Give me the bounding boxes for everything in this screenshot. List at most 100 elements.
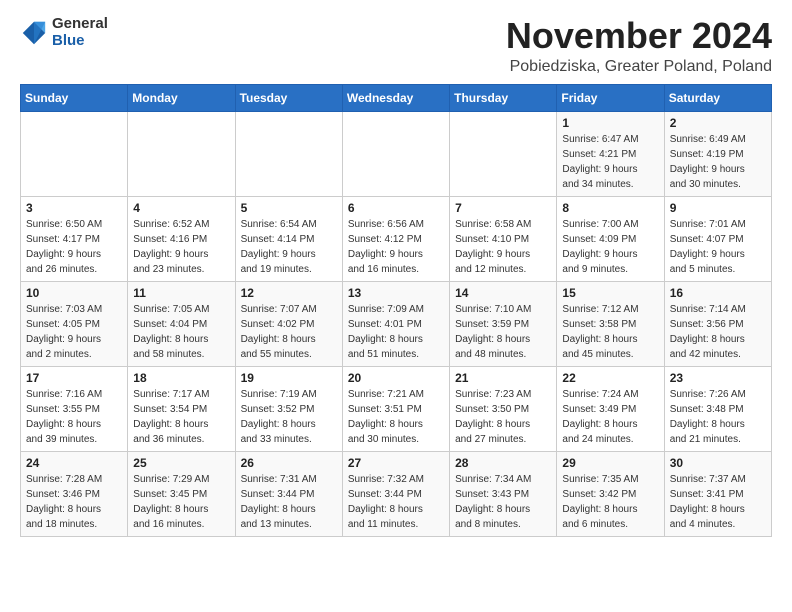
day-info: Sunrise: 6:54 AM Sunset: 4:14 PM Dayligh… [241, 217, 337, 277]
day-cell: 25 Sunrise: 7:29 AM Sunset: 3:45 PM Dayli… [128, 451, 235, 536]
day-number: 10 [26, 286, 122, 300]
day-info: Sunrise: 7:01 AM Sunset: 4:07 PM Dayligh… [670, 217, 766, 277]
week-row-3: 10Sunrise: 7:03 AM Sunset: 4:05 PM Dayli… [21, 281, 772, 366]
day-info: Sunrise: 7:26 AM Sunset: 3:48 PM Dayligh… [670, 387, 766, 447]
month-title: November 2024 [506, 16, 772, 56]
day-cell: 14 Sunrise: 7:10 AM Sunset: 3:59 PM Dayli… [450, 281, 557, 366]
day-cell: 24 Sunrise: 7:28 AM Sunset: 3:46 PM Dayli… [21, 451, 128, 536]
day-info: Sunrise: 7:12 AM Sunset: 3:58 PM Dayligh… [562, 302, 658, 362]
day-number: 9 [670, 201, 766, 215]
day-info: Sunrise: 6:49 AM Sunset: 4:19 PM Dayligh… [670, 132, 766, 192]
week-row-2: 3 Sunrise: 6:50 AM Sunset: 4:17 PM Daylig… [21, 196, 772, 281]
calendar-table: SundayMondayTuesdayWednesdayThursdayFrid… [20, 84, 772, 537]
day-number: 20 [348, 371, 444, 385]
week-row-5: 24 Sunrise: 7:28 AM Sunset: 3:46 PM Dayli… [21, 451, 772, 536]
day-number: 8 [562, 201, 658, 215]
day-info: Sunrise: 6:50 AM Sunset: 4:17 PM Dayligh… [26, 217, 122, 277]
day-number: 2 [670, 116, 766, 130]
day-info: Sunrise: 7:23 AM Sunset: 3:50 PM Dayligh… [455, 387, 551, 447]
weekday-tuesday: Tuesday [235, 84, 342, 111]
day-cell: 7 Sunrise: 6:58 AM Sunset: 4:10 PM Daylig… [450, 196, 557, 281]
day-cell: 26Sunrise: 7:31 AM Sunset: 3:44 PM Dayli… [235, 451, 342, 536]
logo: General Blue [20, 16, 108, 49]
day-number: 5 [241, 201, 337, 215]
day-info: Sunrise: 7:32 AM Sunset: 3:44 PM Dayligh… [348, 472, 444, 532]
day-number: 17 [26, 371, 122, 385]
day-cell: 23 Sunrise: 7:26 AM Sunset: 3:48 PM Dayli… [664, 366, 771, 451]
weekday-row: SundayMondayTuesdayWednesdayThursdayFrid… [21, 84, 772, 111]
day-info: Sunrise: 6:58 AM Sunset: 4:10 PM Dayligh… [455, 217, 551, 277]
day-number: 6 [348, 201, 444, 215]
day-cell: 13Sunrise: 7:09 AM Sunset: 4:01 PM Dayli… [342, 281, 449, 366]
day-cell: 9 Sunrise: 7:01 AM Sunset: 4:07 PM Daylig… [664, 196, 771, 281]
day-cell: 1 Sunrise: 6:47 AM Sunset: 4:21 PM Daylig… [557, 111, 664, 196]
day-cell: 29 Sunrise: 7:35 AM Sunset: 3:42 PM Dayli… [557, 451, 664, 536]
day-number: 1 [562, 116, 658, 130]
day-info: Sunrise: 7:37 AM Sunset: 3:41 PM Dayligh… [670, 472, 766, 532]
weekday-friday: Friday [557, 84, 664, 111]
day-cell: 12 Sunrise: 7:07 AM Sunset: 4:02 PM Dayli… [235, 281, 342, 366]
weekday-wednesday: Wednesday [342, 84, 449, 111]
day-number: 29 [562, 456, 658, 470]
day-info: Sunrise: 7:05 AM Sunset: 4:04 PM Dayligh… [133, 302, 229, 362]
day-number: 27 [348, 456, 444, 470]
day-cell [21, 111, 128, 196]
day-number: 25 [133, 456, 229, 470]
weekday-thursday: Thursday [450, 84, 557, 111]
day-number: 21 [455, 371, 551, 385]
day-info: Sunrise: 6:47 AM Sunset: 4:21 PM Dayligh… [562, 132, 658, 192]
day-number: 15 [562, 286, 658, 300]
day-number: 28 [455, 456, 551, 470]
day-number: 3 [26, 201, 122, 215]
day-info: Sunrise: 7:19 AM Sunset: 3:52 PM Dayligh… [241, 387, 337, 447]
weekday-sunday: Sunday [21, 84, 128, 111]
location-title: Pobiedziska, Greater Poland, Poland [506, 58, 772, 76]
day-cell: 28Sunrise: 7:34 AM Sunset: 3:43 PM Dayli… [450, 451, 557, 536]
day-number: 16 [670, 286, 766, 300]
calendar-body: 1 Sunrise: 6:47 AM Sunset: 4:21 PM Daylig… [21, 111, 772, 536]
day-cell: 17 Sunrise: 7:16 AM Sunset: 3:55 PM Dayli… [21, 366, 128, 451]
day-cell: 22Sunrise: 7:24 AM Sunset: 3:49 PM Dayli… [557, 366, 664, 451]
page-header: General Blue November 2024 Pobiedziska, … [20, 16, 772, 76]
day-cell [235, 111, 342, 196]
day-cell: 15 Sunrise: 7:12 AM Sunset: 3:58 PM Dayli… [557, 281, 664, 366]
day-number: 23 [670, 371, 766, 385]
day-cell [450, 111, 557, 196]
week-row-1: 1 Sunrise: 6:47 AM Sunset: 4:21 PM Daylig… [21, 111, 772, 196]
day-info: Sunrise: 6:56 AM Sunset: 4:12 PM Dayligh… [348, 217, 444, 277]
day-number: 26 [241, 456, 337, 470]
day-number: 24 [26, 456, 122, 470]
day-number: 4 [133, 201, 229, 215]
day-cell: 20 Sunrise: 7:21 AM Sunset: 3:51 PM Dayli… [342, 366, 449, 451]
day-info: Sunrise: 7:28 AM Sunset: 3:46 PM Dayligh… [26, 472, 122, 532]
weekday-saturday: Saturday [664, 84, 771, 111]
day-info: Sunrise: 7:29 AM Sunset: 3:45 PM Dayligh… [133, 472, 229, 532]
day-cell: 6 Sunrise: 6:56 AM Sunset: 4:12 PM Daylig… [342, 196, 449, 281]
day-info: Sunrise: 7:21 AM Sunset: 3:51 PM Dayligh… [348, 387, 444, 447]
day-info: Sunrise: 7:14 AM Sunset: 3:56 PM Dayligh… [670, 302, 766, 362]
day-cell: 18 Sunrise: 7:17 AM Sunset: 3:54 PM Dayli… [128, 366, 235, 451]
day-info: Sunrise: 7:17 AM Sunset: 3:54 PM Dayligh… [133, 387, 229, 447]
title-block: November 2024 Pobiedziska, Greater Polan… [506, 16, 772, 76]
logo-icon [20, 19, 48, 47]
day-cell: 3 Sunrise: 6:50 AM Sunset: 4:17 PM Daylig… [21, 196, 128, 281]
calendar-header: SundayMondayTuesdayWednesdayThursdayFrid… [21, 84, 772, 111]
day-cell: 2 Sunrise: 6:49 AM Sunset: 4:19 PM Daylig… [664, 111, 771, 196]
day-info: Sunrise: 7:07 AM Sunset: 4:02 PM Dayligh… [241, 302, 337, 362]
day-cell: 11Sunrise: 7:05 AM Sunset: 4:04 PM Dayli… [128, 281, 235, 366]
day-cell: 4 Sunrise: 6:52 AM Sunset: 4:16 PM Daylig… [128, 196, 235, 281]
day-info: Sunrise: 7:35 AM Sunset: 3:42 PM Dayligh… [562, 472, 658, 532]
day-cell: 19Sunrise: 7:19 AM Sunset: 3:52 PM Dayli… [235, 366, 342, 451]
day-info: Sunrise: 6:52 AM Sunset: 4:16 PM Dayligh… [133, 217, 229, 277]
day-number: 18 [133, 371, 229, 385]
day-info: Sunrise: 7:16 AM Sunset: 3:55 PM Dayligh… [26, 387, 122, 447]
day-cell: 27 Sunrise: 7:32 AM Sunset: 3:44 PM Dayli… [342, 451, 449, 536]
day-info: Sunrise: 7:10 AM Sunset: 3:59 PM Dayligh… [455, 302, 551, 362]
week-row-4: 17 Sunrise: 7:16 AM Sunset: 3:55 PM Dayli… [21, 366, 772, 451]
day-cell: 30Sunrise: 7:37 AM Sunset: 3:41 PM Dayli… [664, 451, 771, 536]
day-number: 7 [455, 201, 551, 215]
day-cell [128, 111, 235, 196]
day-number: 12 [241, 286, 337, 300]
day-number: 22 [562, 371, 658, 385]
day-number: 14 [455, 286, 551, 300]
